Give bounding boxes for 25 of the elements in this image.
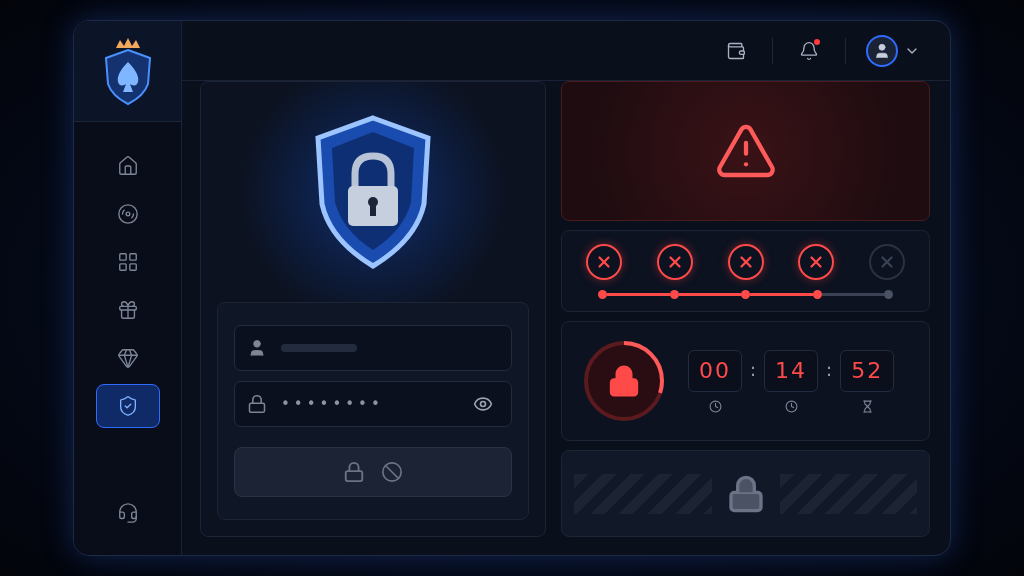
blocked-icon [381, 461, 403, 483]
gem-icon [116, 347, 139, 369]
bell-icon [799, 40, 819, 61]
lock-icon [247, 394, 267, 414]
password-field[interactable]: •••••••• [234, 381, 512, 427]
countdown-digits: 52 [840, 349, 895, 392]
wallet-icon [726, 40, 746, 61]
time-separator: : [750, 357, 757, 382]
home-icon [116, 155, 139, 177]
lock-icon [343, 461, 365, 483]
masked-password: •••••••• [281, 395, 385, 413]
roulette-icon [116, 203, 139, 225]
sidebar-item[interactable] [95, 384, 160, 428]
clock-icon [708, 399, 722, 413]
hourglass-icon [860, 399, 874, 413]
countdown-digits: 00 [688, 349, 742, 392]
clock-icon [784, 399, 798, 413]
time-separator: : [826, 357, 833, 382]
username-field[interactable] [234, 325, 512, 371]
avatar [866, 34, 898, 67]
countdown-digits: 14 [764, 349, 819, 392]
eye-icon [473, 394, 493, 414]
lock-icon [607, 364, 641, 398]
headset-icon [116, 502, 139, 524]
gift-icon [116, 299, 139, 321]
